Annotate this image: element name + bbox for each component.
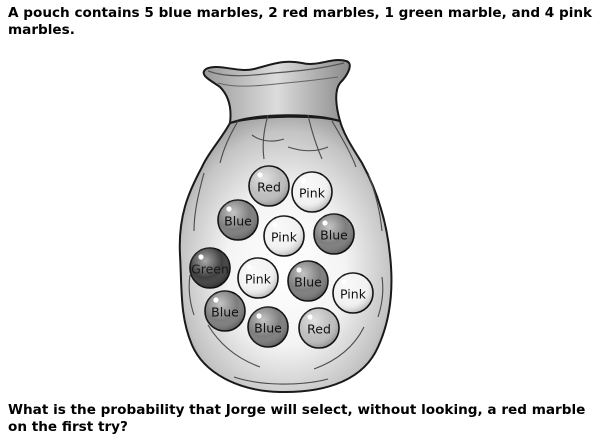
marble-red: Red [298, 307, 340, 349]
question-intro: A pouch contains 5 blue marbles, 2 red m… [8, 5, 593, 38]
marble-blue: Blue [287, 260, 329, 302]
marble-pink: Pink [332, 272, 374, 314]
pouch-neck [202, 59, 351, 125]
marble-label: Blue [320, 228, 348, 243]
marble-blue: Blue [313, 213, 355, 255]
marble-pink: Pink [291, 171, 333, 213]
marble-label: Pink [271, 230, 298, 245]
marble-label: Blue [254, 321, 282, 336]
marble-blue: Blue [217, 199, 259, 241]
marble-blue: Blue [204, 290, 246, 332]
marble-label: Blue [211, 305, 239, 320]
marble-pink: Pink [263, 215, 305, 257]
marble-label: Green [191, 262, 229, 277]
marble-pouch-illustration: Red Pink Blue Pink Blue Green Pink Blue Pink Blue… [178, 59, 393, 394]
marble-label: Red [257, 180, 281, 195]
marble-red: Red [248, 165, 290, 207]
marble-label: Blue [294, 275, 322, 290]
marble-blue: Blue [247, 306, 289, 348]
marble-label: Pink [245, 272, 272, 287]
marble-pink: Pink [237, 257, 279, 299]
marble-label: Pink [299, 186, 326, 201]
marble-label: Red [307, 322, 331, 337]
marble-green: Green [189, 247, 231, 289]
marble-label: Blue [224, 214, 252, 229]
marble-label: Pink [340, 287, 367, 302]
question-prompt: What is the probability that Jorge will … [8, 402, 586, 435]
